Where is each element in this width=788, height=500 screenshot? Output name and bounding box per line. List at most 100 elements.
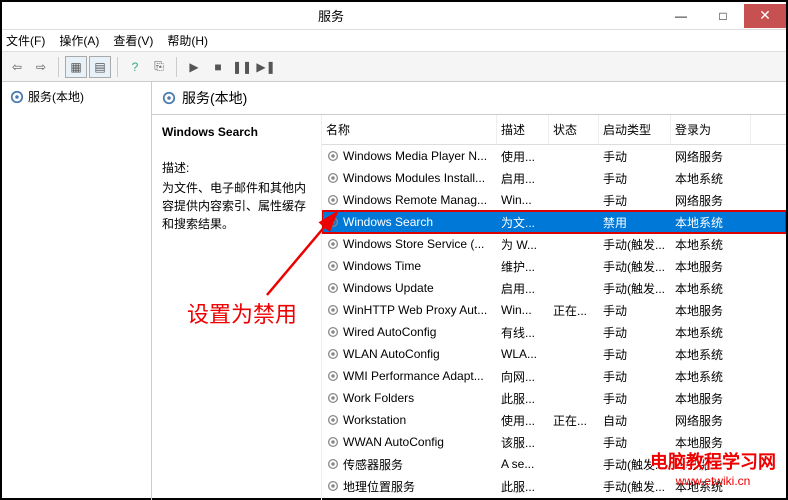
stop-button[interactable]: ■ [207,56,229,78]
gear-icon [10,90,24,104]
col-header-name[interactable]: 名称 [322,115,497,144]
menu-bar: 文件(F) 操作(A) 查看(V) 帮助(H) [2,30,786,52]
main-content: 服务(本地) 服务(本地) Windows Search 描述: 为文件、电子邮… [2,82,786,500]
cell-desc: 维护... [497,258,549,275]
tree-root-item[interactable]: 服务(本地) [6,86,147,107]
gear-icon [326,325,340,339]
cell-name: Windows Store Service (... [322,237,497,251]
table-row[interactable]: Windows Search为文... 禁用本地系统 [322,211,786,233]
title-bar: 服务 — □ ✕ [2,2,786,30]
cell-logon: 本地系统 [671,214,751,231]
cell-desc: 使用... [497,412,549,429]
gear-icon [326,457,340,471]
table-row[interactable]: WinHTTP Web Proxy Aut...Win...正在...手动本地服… [322,299,786,321]
col-header-startup[interactable]: 启动类型 [599,115,671,144]
table-row[interactable]: WMI Performance Adapt...向网... 手动本地系统 [322,365,786,387]
restart-button[interactable]: ▶❚ [255,56,277,78]
cell-startup: 手动 [599,390,671,407]
cell-name: Windows Update [322,281,497,295]
minimize-button[interactable]: — [660,4,702,28]
watermark: 电脑教程学习网 www.etwiki.cn [650,448,776,488]
cell-name: Windows Search [322,215,497,229]
desc-text: 为文件、电子邮件和其他内容提供内容索引、属性缓存和搜索结果。 [162,179,311,233]
cell-desc: WLA... [497,347,549,361]
cell-logon: 本地系统 [671,368,751,385]
cell-desc: 该服... [497,434,549,451]
cell-name: Wired AutoConfig [322,325,497,339]
pause-button[interactable]: ❚❚ [231,56,253,78]
cell-desc: 此服... [497,390,549,407]
menu-action[interactable]: 操作(A) [59,32,99,49]
cell-startup: 自动 [599,412,671,429]
table-row[interactable]: Windows Time维护...手动(触发...本地服务 [322,255,786,277]
cell-startup: 手动 [599,192,671,209]
cell-startup: 禁用 [599,214,671,231]
cell-logon: 本地系统 [671,324,751,341]
cell-name: Windows Modules Install... [322,171,497,185]
cell-name: WMI Performance Adapt... [322,369,497,383]
list-body: Windows Media Player N...使用...手动网络服务Wind… [322,145,786,500]
table-row[interactable]: Wired AutoConfig有线...手动本地系统 [322,321,786,343]
cell-logon: 本地系统 [671,236,751,253]
toolbar: ⇦ ⇨ ▦ ▤ ? ⎘ ▶ ■ ❚❚ ▶❚ [2,52,786,82]
watermark-url: www.etwiki.cn [650,474,776,488]
watermark-text: 电脑教程学习网 [650,448,776,474]
cell-name: Work Folders [322,391,497,405]
cell-desc: 此服... [497,478,549,495]
menu-view[interactable]: 查看(V) [113,32,153,49]
cell-desc: 向网... [497,368,549,385]
cell-startup: 手动(触发... [599,280,671,297]
view-button-1[interactable]: ▦ [65,56,87,78]
cell-desc: 有线... [497,324,549,341]
cell-logon: 网络服务 [671,148,751,165]
export-button[interactable]: ⎘ [148,56,170,78]
cell-desc: 为文... [497,214,549,231]
view-button-2[interactable]: ▤ [89,56,111,78]
cell-name: WinHTTP Web Proxy Aut... [322,303,497,317]
cell-startup: 手动 [599,368,671,385]
close-button[interactable]: ✕ [744,4,786,28]
cell-desc: 启用... [497,280,549,297]
maximize-button[interactable]: □ [702,4,744,28]
cell-logon: 本地服务 [671,302,751,319]
table-row[interactable]: Windows Store Service (...为 W...手动(触发...… [322,233,786,255]
col-header-logon[interactable]: 登录为 [671,115,751,144]
back-button[interactable]: ⇦ [6,56,28,78]
table-row[interactable]: Windows Media Player N...使用... 手动网络服务 [322,145,786,167]
pane-title: 服务(本地) [182,88,247,108]
cell-logon: 网络服务 [671,412,751,429]
tree-pane: 服务(本地) [2,82,152,500]
cell-name: WWAN AutoConfig [322,435,497,449]
col-header-status[interactable]: 状态 [549,115,599,144]
separator [176,57,177,77]
table-row[interactable]: WLAN AutoConfigWLA...手动本地系统 [322,343,786,365]
table-row[interactable]: Windows Modules Install...启用...手动本地系统 [322,167,786,189]
cell-name: 地理位置服务 [322,478,497,495]
table-row[interactable]: Work Folders此服... 手动本地服务 [322,387,786,409]
service-list: 名称 描述 状态 启动类型 登录为 Windows Media Player N… [322,115,786,500]
cell-logon: 本地服务 [671,390,751,407]
gear-icon [326,149,340,163]
table-row[interactable]: Windows Remote Manag...Win...手动网络服务 [322,189,786,211]
cell-logon: 本地服务 [671,258,751,275]
gear-icon [326,259,340,273]
forward-button[interactable]: ⇨ [30,56,52,78]
cell-name: Windows Remote Manag... [322,193,497,207]
menu-help[interactable]: 帮助(H) [167,32,208,49]
col-header-desc[interactable]: 描述 [497,115,549,144]
cell-name: Workstation [322,413,497,427]
menu-file[interactable]: 文件(F) [6,32,45,49]
cell-desc: 使用... [497,148,549,165]
cell-desc: 启用... [497,170,549,187]
cell-name: Windows Media Player N... [322,149,497,163]
help-button[interactable]: ? [124,56,146,78]
gear-icon [326,391,340,405]
cell-startup: 手动(触发... [599,236,671,253]
play-button[interactable]: ▶ [183,56,205,78]
cell-startup: 手动 [599,148,671,165]
cell-logon: 网络服务 [671,192,751,209]
table-row[interactable]: Windows Update启用...手动(触发...本地系统 [322,277,786,299]
cell-name: 传感器服务 [322,456,497,473]
window-title: 服务 [2,6,660,25]
table-row[interactable]: Workstation使用...正在...自动网络服务 [322,409,786,431]
